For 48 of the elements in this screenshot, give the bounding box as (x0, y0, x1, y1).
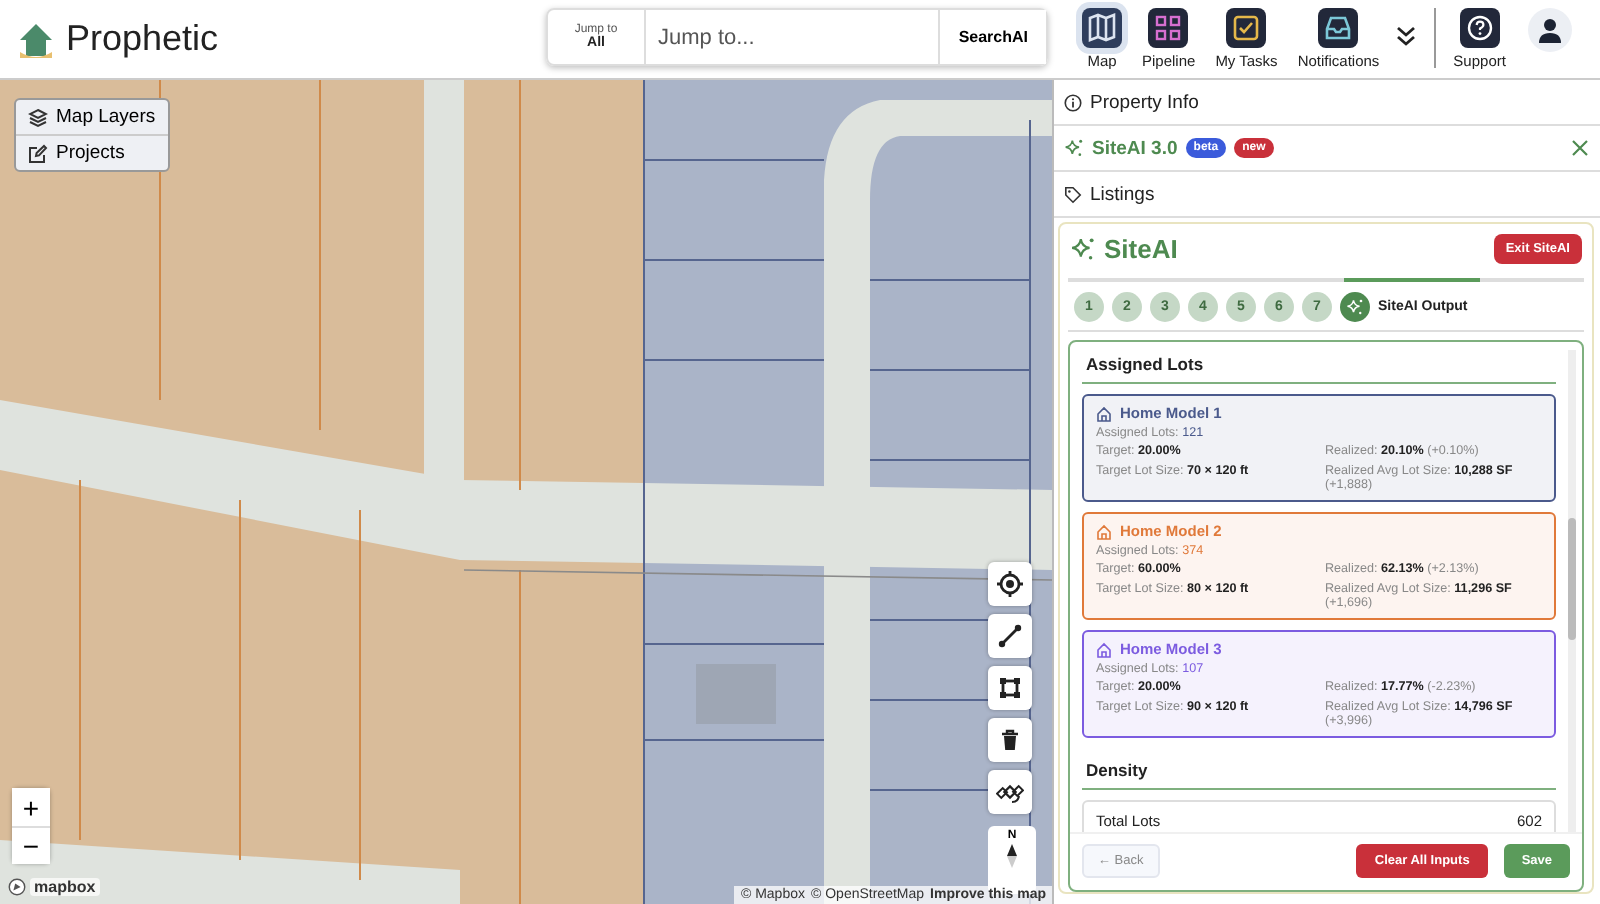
siteai-title: SiteAI (1104, 233, 1178, 263)
north-arrow-icon (1006, 842, 1018, 870)
close-button[interactable] (1570, 138, 1590, 158)
search-ai-button[interactable]: SearchAI (938, 10, 1046, 64)
checkbox-icon (1226, 8, 1267, 48)
scrollbar-thumb[interactable] (1568, 518, 1576, 640)
sparkle-icon (1070, 235, 1096, 261)
user-avatar[interactable] (1527, 8, 1572, 52)
crosshair-icon (996, 570, 1024, 598)
help-icon (1459, 8, 1500, 48)
logo-icon (18, 19, 54, 59)
person-icon (1535, 16, 1564, 44)
section-title: Listings (1090, 183, 1155, 205)
section-heading: Density (1082, 748, 1556, 790)
accordion-header[interactable]: Listings (1054, 172, 1600, 218)
chevrons-down-icon[interactable] (1393, 24, 1418, 48)
draw-polygon-button[interactable] (988, 666, 1032, 710)
section-title: SiteAI 3.0 (1092, 137, 1178, 159)
sparkle-icon (1346, 298, 1364, 316)
app-name: Prophetic (66, 18, 219, 60)
house-icon (1096, 523, 1112, 539)
layers-icon (28, 107, 48, 127)
satellite-button[interactable] (988, 770, 1032, 814)
grid-icon (1148, 8, 1189, 48)
trash-icon (998, 728, 1022, 752)
info-icon (1064, 93, 1082, 111)
map-menu-item[interactable]: Map Layers (16, 100, 168, 134)
edit-icon (28, 143, 48, 163)
close-icon (1570, 138, 1590, 158)
sparkle-icon (1064, 138, 1084, 158)
zoom-in-button[interactable]: + (12, 788, 50, 826)
accordion-header[interactable]: Property Info (1054, 80, 1600, 126)
section-heading: Assigned Lots (1082, 342, 1556, 384)
locate-button[interactable] (988, 562, 1032, 606)
mapbox-logo[interactable]: mapbox (30, 878, 100, 896)
inbox-icon (1318, 8, 1359, 48)
zoom-out-button[interactable]: − (12, 826, 50, 864)
map-icon (1082, 8, 1122, 48)
house-icon (1096, 641, 1112, 657)
trash-button[interactable] (988, 718, 1032, 762)
house-icon (1096, 405, 1112, 421)
section-title: Property Info (1090, 91, 1199, 113)
map-menu-item[interactable]: Projects (16, 134, 168, 170)
square-icon (998, 676, 1022, 700)
tag-icon (1064, 185, 1082, 203)
mapbox-logo-icon (8, 878, 26, 896)
line-icon (998, 624, 1022, 648)
draw-line-button[interactable] (988, 614, 1032, 658)
